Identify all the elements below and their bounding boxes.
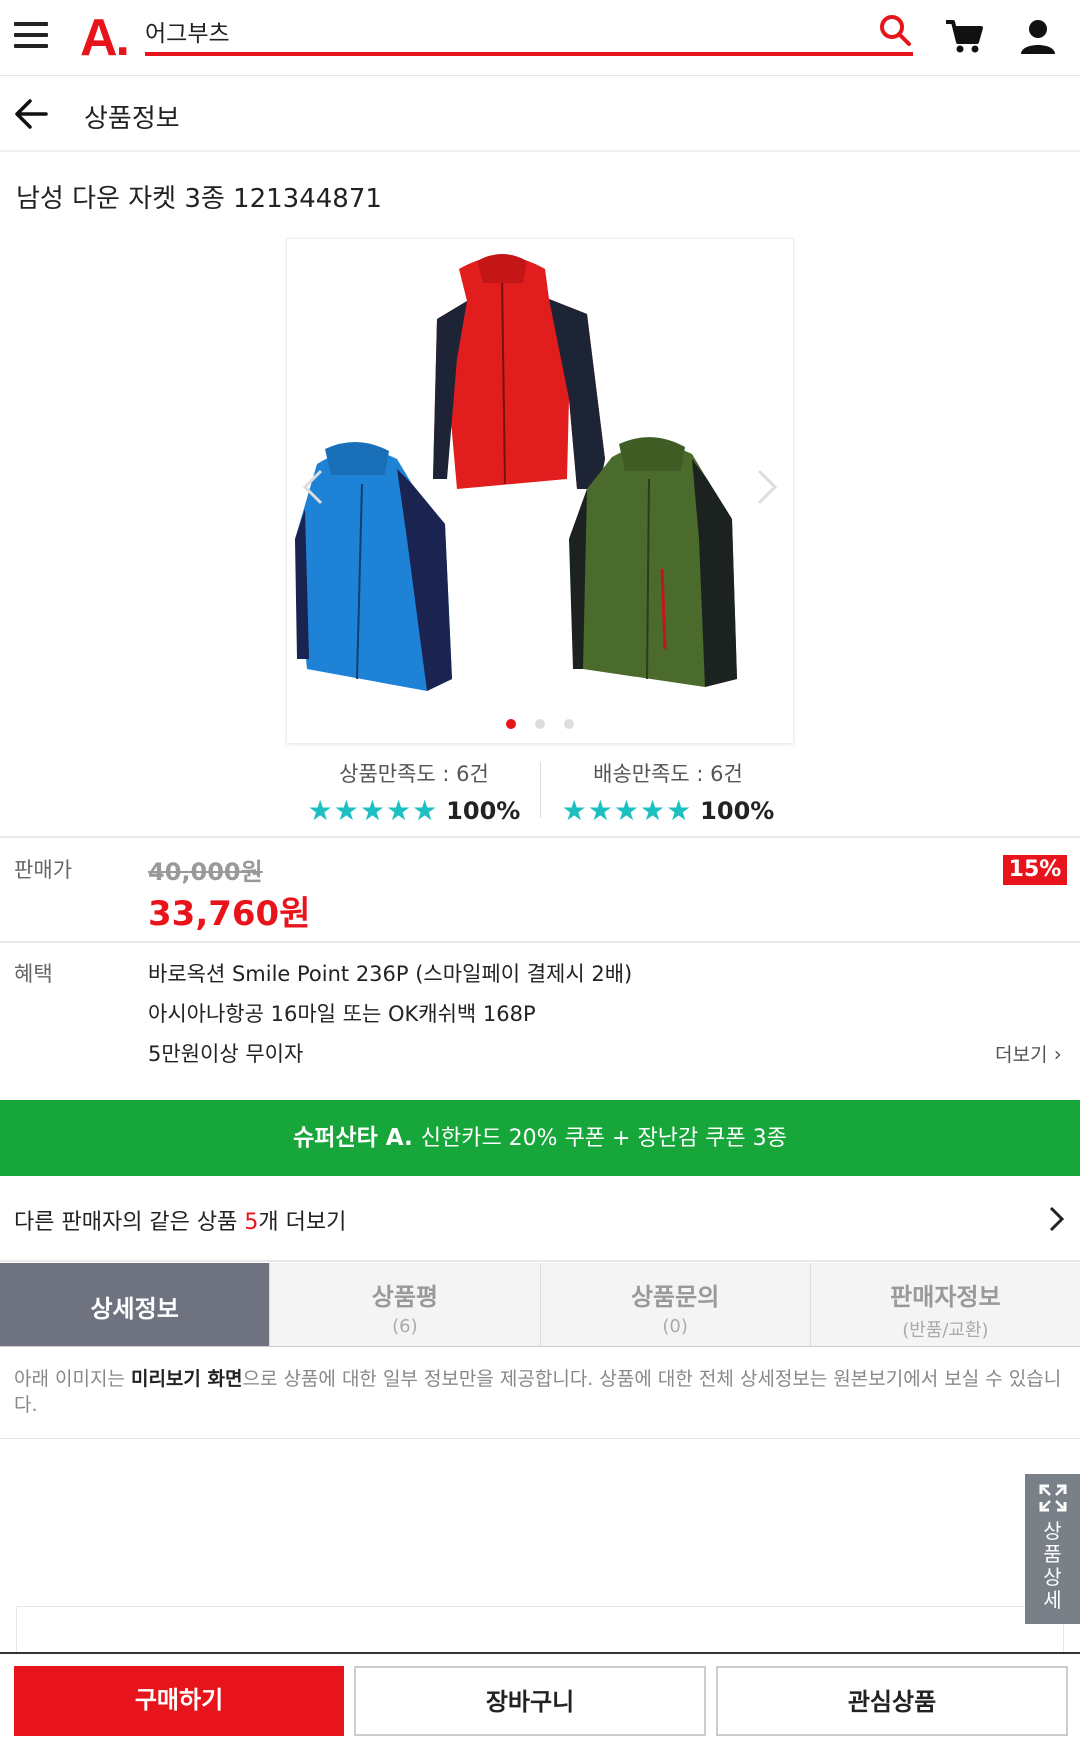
other-sellers-text: 다른 판매자의 같은 상품 5개 더보기 — [14, 1204, 346, 1236]
benefit-line: 5만원이상 무이자 — [148, 1042, 304, 1066]
preview-notice: 아래 이미지는 미리보기 화면으로 상품에 대한 일부 정보만을 제공합니다. … — [14, 1366, 1064, 1418]
top-bar: A. — [0, 0, 1080, 76]
tab-reviews[interactable]: 상품평 (6) — [269, 1263, 540, 1346]
product-satisfaction[interactable]: 상품만족도 : 6건 ★★★★★ 100% — [294, 758, 534, 827]
tab-label: 상품문의 — [630, 1283, 720, 1311]
product-title: 남성 다운 자켓 3종 121344871 — [16, 184, 382, 214]
benefits-label: 혜택 — [14, 962, 53, 986]
tab-label: 상품평 — [371, 1283, 438, 1311]
logo[interactable]: A. — [80, 8, 130, 68]
detail-preview-frame — [16, 1606, 1064, 1656]
side-button-label: 상품상세 — [1043, 1519, 1062, 1612]
back-arrow-icon[interactable] — [12, 94, 52, 134]
sale-price: 33,760원 — [148, 894, 311, 934]
tab-questions[interactable]: 상품문의 (0) — [539, 1263, 810, 1346]
sub-header: 상품정보 — [0, 76, 1080, 152]
product-satisfaction-label: 상품만족도 : 6건 — [339, 762, 489, 786]
divider — [0, 941, 1080, 943]
search-input[interactable] — [145, 14, 845, 48]
product-satisfaction-pct: 100% — [446, 796, 521, 825]
carousel-dots — [287, 714, 793, 733]
promo-banner[interactable]: 슈퍼산타 A. 신한카드 20% 쿠폰 + 장난감 쿠폰 3종 — [0, 1100, 1080, 1176]
delivery-satisfaction[interactable]: 배송만족도 : 6건 ★★★★★ 100% — [548, 758, 788, 827]
product-detail-side-button[interactable]: 상품상세 — [1025, 1474, 1080, 1624]
benefit-line: 아시아나항공 16마일 또는 OK캐쉬백 168P — [148, 1002, 536, 1026]
carousel-dot[interactable] — [564, 719, 575, 729]
delivery-satisfaction-pct: 100% — [700, 796, 775, 825]
tab-label: 상세정보 — [90, 1295, 179, 1323]
add-to-cart-button[interactable]: 장바구니 — [354, 1666, 706, 1736]
tab-label: 판매자정보 — [890, 1283, 1001, 1311]
user-icon[interactable] — [1018, 18, 1058, 56]
promo-text: 신한카드 20% 쿠폰 + 장난감 쿠폰 3종 — [420, 1126, 787, 1151]
rating-divider — [540, 762, 541, 818]
carousel-dot[interactable] — [535, 719, 545, 729]
search-bar — [145, 10, 913, 56]
benefits-more-label: 더보기 — [995, 1044, 1048, 1066]
buy-button[interactable]: 구매하기 — [14, 1666, 344, 1736]
benefits-more-link[interactable]: 더보기 › — [995, 1040, 1062, 1067]
menu-icon[interactable] — [14, 22, 48, 50]
tab-detail-info[interactable]: 상세정보 — [0, 1263, 270, 1346]
notice-bold: 미리보기 화면 — [130, 1368, 243, 1390]
other-sellers-count: 5 — [244, 1210, 259, 1235]
carousel-next-icon[interactable] — [755, 467, 779, 507]
tab-count: (6) — [392, 1316, 418, 1337]
notice-text: 아래 이미지는 — [14, 1368, 131, 1390]
star-rating-icon: ★★★★★ — [307, 794, 439, 827]
original-price: 40,000원 — [148, 858, 263, 886]
tab-seller-info[interactable]: 판매자정보 (반품/교환) — [809, 1263, 1080, 1346]
tab-count: (0) — [662, 1316, 688, 1337]
other-sellers-link[interactable]: 다른 판매자의 같은 상품 5개 더보기 — [0, 1176, 1080, 1262]
tab-sub: (반품/교환) — [902, 1320, 989, 1341]
search-icon[interactable] — [877, 12, 913, 48]
product-image-carousel[interactable] — [286, 238, 794, 744]
other-sellers-prefix: 다른 판매자의 같은 상품 — [14, 1210, 245, 1235]
chevron-right-icon — [1049, 1206, 1065, 1232]
cart-icon[interactable] — [944, 18, 984, 56]
bottom-action-bar: 구매하기 장바구니 관심상품 — [0, 1652, 1080, 1746]
wishlist-button[interactable]: 관심상품 — [716, 1666, 1068, 1736]
price-label: 판매가 — [14, 858, 72, 882]
carousel-prev-icon[interactable] — [301, 467, 325, 507]
chevron-right-icon: › — [1047, 1042, 1062, 1066]
expand-icon — [1039, 1484, 1066, 1512]
divider — [0, 1438, 1080, 1439]
star-rating-icon: ★★★★★ — [561, 794, 693, 827]
detail-tabs: 상세정보 상품평 (6) 상품문의 (0) 판매자정보 (반품/교환) — [0, 1263, 1080, 1347]
red-jacket-image — [433, 254, 605, 489]
delivery-satisfaction-label: 배송만족도 : 6건 — [593, 762, 743, 786]
other-sellers-suffix: 개 더보기 — [258, 1210, 347, 1235]
product-image — [295, 254, 737, 691]
divider — [0, 836, 1080, 838]
discount-badge: 15% — [1003, 855, 1067, 885]
carousel-dot-active[interactable] — [505, 719, 516, 729]
benefit-line: 바로옥션 Smile Point 236P (스마일페이 결제시 2배) — [148, 962, 633, 986]
page-title: 상품정보 — [84, 104, 180, 134]
promo-brand: 슈퍼산타 A. — [293, 1125, 413, 1151]
